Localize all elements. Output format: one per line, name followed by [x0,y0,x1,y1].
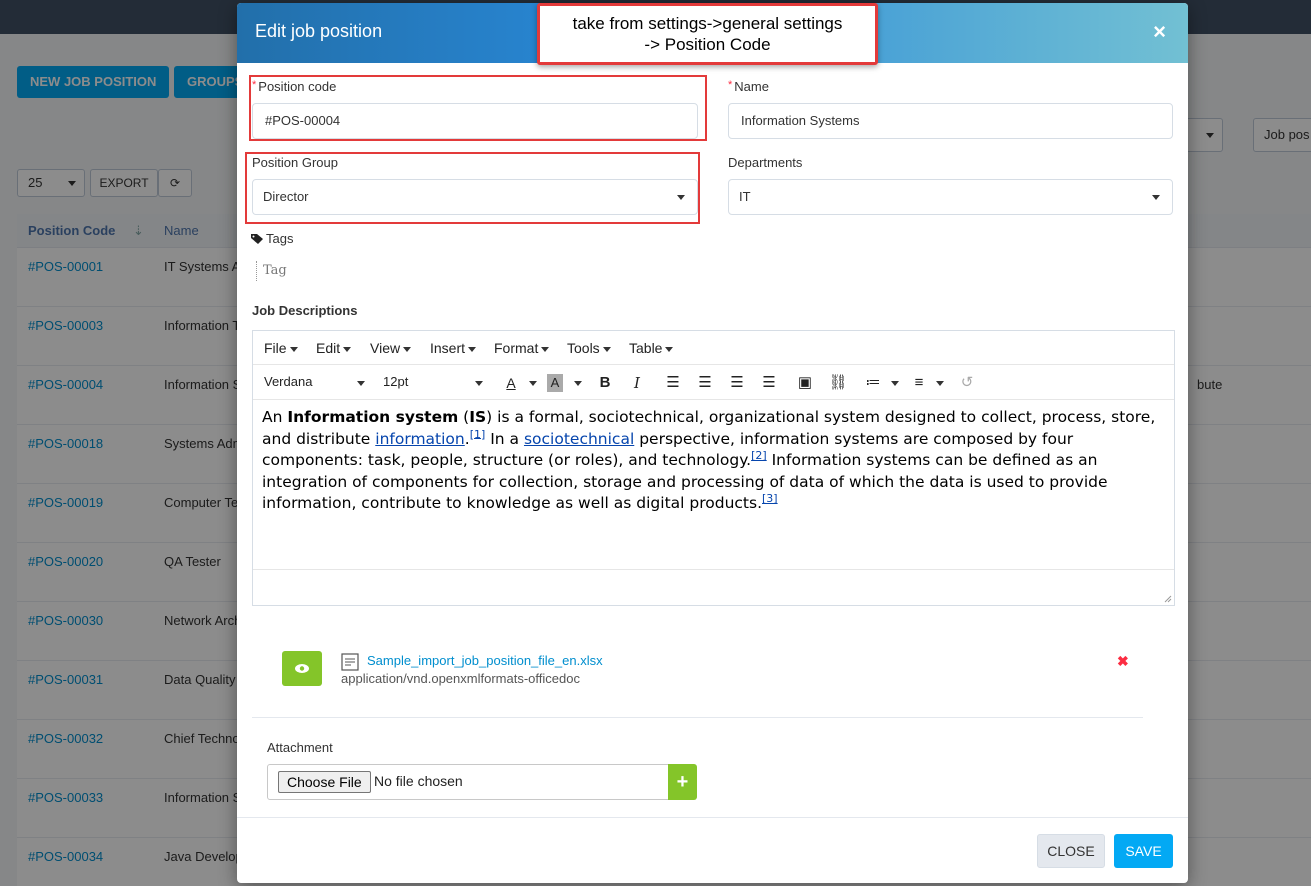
editor-toolbar: Verdana 12pt A A B I ☰ ☰ ☰ ☰ ▣ ⛓ ≔ ≡ ↺ [253,366,1174,400]
caret-down-icon [343,346,352,352]
name-label: * Name [728,79,769,94]
align-justify-icon[interactable]: ☰ [759,374,779,392]
editor-content[interactable]: An Information system (IS) is a formal, … [262,407,1167,515]
menu-insert[interactable]: Insert [430,340,477,356]
chevron-down-icon[interactable] [891,381,899,386]
callout-line-2: -> Position Code [644,35,771,54]
sociotechnical-link[interactable]: sociotechnical [524,430,634,448]
required-marker: * [728,79,733,91]
align-right-icon[interactable]: ☰ [727,374,747,392]
divider [252,717,1143,718]
menu-file[interactable]: File [264,340,298,356]
reference-link[interactable]: [3] [762,492,778,505]
menu-tools[interactable]: Tools [567,340,611,356]
file-icon [341,653,359,671]
menu-format[interactable]: Format [494,340,550,356]
history-icon[interactable]: ↺ [957,374,977,392]
annotation-box-position-code [249,75,707,141]
link-icon[interactable]: ⛓ [828,374,848,392]
tag-icon [251,234,263,244]
departments-label: Departments [728,155,803,170]
modal-footer: CLOSE SAVE [237,817,1188,883]
chevron-down-icon[interactable] [574,381,582,386]
font-family-select[interactable]: Verdana [264,374,312,389]
chevron-down-icon[interactable] [529,381,537,386]
caret-down-icon [403,346,412,352]
caret-down-icon [665,346,674,352]
bold-text: IS [469,408,487,426]
departments-select[interactable]: IT [728,179,1173,215]
close-button[interactable]: CLOSE [1037,834,1105,868]
font-size-select[interactable]: 12pt [383,374,408,389]
editor-statusbar [253,569,1174,605]
eye-icon [295,664,309,673]
rich-text-editor: File Edit View Insert Format Tools Table… [252,330,1175,606]
annotation-box-position-group [245,152,700,224]
background-color-icon[interactable]: A [547,374,563,392]
reference-link[interactable]: [2] [751,449,767,462]
departments-value: IT [739,189,751,204]
tags-label: Tags [266,231,294,246]
text-color-icon[interactable]: A [501,374,521,392]
italic-icon[interactable]: I [627,374,647,392]
choose-file-button[interactable]: Choose File [278,771,371,793]
attachment-label: Attachment [267,740,333,755]
image-icon[interactable]: ▣ [795,374,815,392]
bold-icon[interactable]: B [595,374,615,392]
attachment-file-input[interactable]: Choose File No file chosen [267,764,669,800]
name-input[interactable]: Information Systems [728,103,1173,139]
bold-text: Information system [287,408,459,426]
chevron-down-icon[interactable] [936,381,944,386]
file-status: No file chosen [374,773,463,789]
preview-file-button[interactable] [282,651,322,686]
menu-view[interactable]: View [370,340,412,356]
close-icon[interactable]: × [1153,19,1166,45]
numbered-list-icon[interactable]: ≡ [909,374,929,392]
modal-title: Edit job position [255,21,383,41]
caret-down-icon [541,346,550,352]
file-type: application/vnd.openxmlformats-officedoc [341,671,580,686]
menu-table[interactable]: Table [629,340,674,356]
bullet-list-icon[interactable]: ≔ [863,374,883,392]
add-attachment-button[interactable]: + [668,764,697,800]
caret-down-icon [602,346,611,352]
chevron-down-icon[interactable] [475,381,483,386]
chevron-down-icon[interactable] [357,381,365,386]
tags-input[interactable]: Tag [256,261,287,281]
file-name-link[interactable]: Sample_import_job_position_file_en.xlsx [367,653,603,668]
caret-down-icon [289,346,298,352]
editor-menubar: File Edit View Insert Format Tools Table [253,331,1174,365]
reference-link[interactable]: [1] [470,427,486,440]
delete-file-icon[interactable]: ✖ [1117,653,1129,670]
menu-edit[interactable]: Edit [316,340,352,356]
information-link[interactable]: information [375,430,464,448]
annotation-callout: take from settings->general settings -> … [537,3,878,65]
resize-handle-icon[interactable] [1162,593,1172,603]
align-left-icon[interactable]: ☰ [663,374,683,392]
caret-down-icon [468,346,477,352]
job-descriptions-label: Job Descriptions [252,303,358,318]
chevron-down-icon [1152,195,1160,200]
callout-line-1: take from settings->general settings [572,14,843,33]
align-center-icon[interactable]: ☰ [695,374,715,392]
save-button[interactable]: SAVE [1114,834,1173,868]
